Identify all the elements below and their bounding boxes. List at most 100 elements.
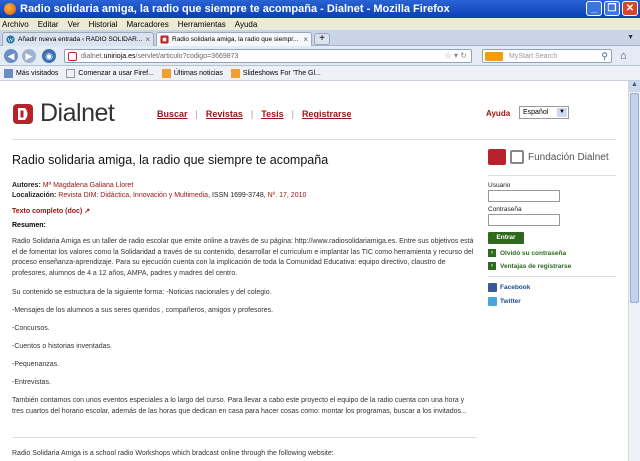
tab-close-icon[interactable]: ×	[145, 35, 150, 44]
nav-registrarse[interactable]: Registrarse	[302, 109, 352, 119]
bookmark-most-visited[interactable]: Más visitados	[4, 68, 58, 78]
header-divider	[12, 139, 616, 140]
issue-link[interactable]: Nº. 17, 2010	[268, 192, 307, 199]
url-host: unirioja.es	[103, 52, 136, 60]
sidebar-divider	[488, 175, 616, 176]
menu-marcadores[interactable]: Marcadores	[127, 20, 169, 29]
nav-buscar[interactable]: Buscar	[157, 109, 188, 119]
journal-link[interactable]: Revista DIM: Didáctica, Innovación y Mul…	[58, 192, 208, 199]
back-icon[interactable]: ◀	[4, 49, 18, 63]
menu-ayuda[interactable]: Ayuda	[235, 20, 258, 29]
bookmark-star-icon[interactable]: ☆ ▾ ↻	[445, 51, 467, 60]
menu-bar: Archivo Editar Ver Historial Marcadores …	[0, 18, 640, 30]
bookmark-slideshows[interactable]: Slideshows For 'The Gl...	[230, 68, 321, 78]
window-titlebar: Radio solidaria amiga, la radio que siem…	[0, 0, 640, 18]
facebook-link[interactable]: Facebook	[488, 283, 616, 292]
wordpress-icon: W	[6, 35, 15, 44]
url-bar[interactable]: dialnet. unirioja.es/servlet/articulo?cod…	[64, 49, 472, 63]
authors-label: Autores:	[12, 182, 41, 189]
menu-ver[interactable]: Ver	[68, 20, 80, 29]
search-engine-icon[interactable]	[485, 52, 503, 61]
firefox-icon	[4, 3, 16, 15]
twitter-link[interactable]: Twitter	[488, 297, 616, 306]
tab-list-chevron-icon[interactable]: ▼	[627, 34, 634, 41]
abstract-paragraph: -Pequenanzas.	[12, 361, 60, 368]
foundation-logo[interactable]: Fundación Dialnet	[488, 145, 616, 169]
page-icon	[66, 68, 76, 78]
menu-historial[interactable]: Historial	[89, 20, 118, 29]
new-tab-button[interactable]: +	[314, 33, 330, 45]
site-identity-icon	[68, 52, 77, 61]
abstract-paragraph: -Cuentos o historias inventadas.	[12, 343, 112, 350]
maximize-button[interactable]: ❐	[604, 1, 620, 16]
abstract-paragraph-english: Radio Solidaria Amiga is a school radio …	[12, 450, 334, 457]
bookmarks-bar: Más visitados Comenzar a usar Firef... Ú…	[0, 66, 640, 81]
svg-text:W: W	[8, 37, 14, 44]
login-button[interactable]: Entrar	[488, 232, 524, 244]
nav-separator: |	[291, 109, 294, 119]
language-select[interactable]: Español ▼	[519, 106, 569, 119]
dialnet-logo[interactable]: Dialnet	[12, 99, 115, 128]
abstract-paragraph: Radio Solidaria Amiga es un taller de ra…	[12, 238, 474, 277]
scroll-up-icon[interactable]: ▲	[629, 81, 640, 92]
rss-icon	[161, 68, 171, 78]
facebook-icon	[488, 283, 497, 292]
username-field[interactable]	[488, 190, 560, 202]
password-field[interactable]	[488, 214, 560, 226]
url-path: /servlet/articulo?codigo=3669873	[135, 52, 239, 60]
help-link[interactable]: Ayuda	[486, 109, 510, 118]
abstract-paragraph: -Concursos.	[12, 325, 50, 332]
dialnet-logo-icon	[13, 103, 33, 124]
abstract-paragraph: -Entrevistas.	[12, 379, 51, 386]
bookmark-icon	[4, 68, 13, 78]
nav-separator: |	[195, 109, 198, 119]
tab-label: Añadir nueva entrada ‹ RADIO SOLIDAR...	[18, 36, 143, 43]
bookmark-getting-started[interactable]: Comenzar a usar Firef...	[66, 68, 154, 78]
dialnet-favicon-icon	[160, 35, 169, 44]
search-input[interactable]: MyStart Search ⚲	[482, 49, 612, 63]
scrollbar-thumb[interactable]	[630, 93, 639, 303]
location-label: Localización:	[12, 192, 57, 199]
vertical-scrollbar[interactable]: ▲	[628, 81, 640, 461]
window-title: Radio solidaria amiga, la radio que siem…	[20, 3, 450, 15]
tab-close-icon[interactable]: ×	[303, 35, 308, 44]
abstract-paragraph: También contamos con unos eventos especi…	[12, 397, 467, 415]
home-icon[interactable]: ⌂	[620, 50, 627, 62]
close-button[interactable]: ✕	[622, 1, 638, 16]
brand-name: Dialnet	[40, 99, 115, 127]
bookmark-latest-news[interactable]: Últimas noticias	[161, 68, 223, 78]
paragraph-divider	[12, 437, 477, 438]
main-nav: Buscar | Revistas | Tesis | Registrarse	[157, 109, 351, 119]
register-benefits-link[interactable]: › Ventajas de registrarse	[488, 262, 616, 270]
sidebar: Fundación Dialnet Usuario Contraseña Ent…	[488, 145, 616, 306]
tab-dialnet[interactable]: Radio solidaria amiga, la radio que siem…	[156, 32, 312, 46]
chevron-right-icon: ›	[488, 249, 496, 257]
rss-icon	[230, 68, 240, 78]
search-placeholder: MyStart Search	[509, 52, 558, 60]
article-meta: Autores: Mª Magdalena Galiana Lloret Loc…	[12, 181, 306, 201]
nav-tesis[interactable]: Tesis	[261, 109, 283, 119]
forgot-password-link[interactable]: › Olvidó su contraseña	[488, 249, 616, 257]
search-icon[interactable]: ⚲	[601, 51, 608, 62]
tab-wordpress[interactable]: W Añadir nueva entrada ‹ RADIO SOLIDAR..…	[2, 32, 154, 46]
minimize-button[interactable]: _	[586, 1, 602, 16]
username-label: Usuario	[488, 182, 511, 189]
menu-archivo[interactable]: Archivo	[2, 20, 29, 29]
menu-editar[interactable]: Editar	[38, 20, 59, 29]
issn-text: , ISSN 1699-3748,	[208, 192, 268, 199]
navigation-bar: ◀ ▶ ◉ dialnet. unirioja.es/servlet/articu…	[0, 46, 640, 66]
twitter-icon	[488, 297, 497, 306]
article-title: Radio solidaria amiga, la radio que siem…	[12, 153, 329, 167]
forward-icon[interactable]: ▶	[22, 49, 36, 63]
identity-icon[interactable]: ◉	[42, 49, 56, 63]
menu-herramientas[interactable]: Herramientas	[178, 20, 226, 29]
abstract-paragraph: -Mensajes de los alumnos a sus seres que…	[12, 307, 274, 314]
fulltext-link[interactable]: Texto completo (doc) ↗	[12, 207, 90, 215]
chevron-down-icon[interactable]: ▼	[557, 108, 567, 117]
foundation-name: Fundación Dialnet	[528, 151, 609, 163]
page-content: Dialnet Buscar | Revistas | Tesis | Regi…	[0, 81, 628, 461]
sidebar-divider	[488, 276, 616, 277]
nav-revistas[interactable]: Revistas	[206, 109, 243, 119]
author-link[interactable]: Mª Magdalena Galiana Lloret	[43, 182, 134, 189]
tab-label: Radio solidaria amiga, la radio que siem…	[172, 36, 299, 43]
